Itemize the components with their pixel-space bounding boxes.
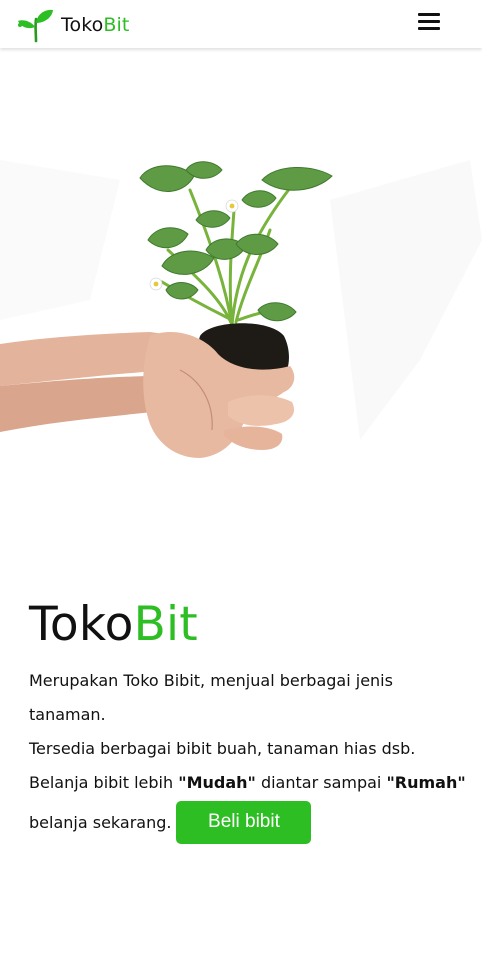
navbar: TokoBit — [0, 0, 482, 48]
beli-bibit-button[interactable]: Beli bibit — [176, 800, 312, 844]
description-line3-prefix: Belanja bibit lebih — [29, 773, 179, 792]
description-line2: Tersedia berbagai bibit buah, tanaman hi… — [29, 739, 416, 758]
brand-name: TokoBit — [61, 14, 129, 36]
description: Merupakan Toko Bibit, menjual berbagai j… — [29, 664, 469, 800]
cta-row: belanja sekarang. Beli bibit — [29, 800, 469, 844]
brand-link[interactable]: TokoBit — [17, 8, 129, 43]
sprout-icon — [18, 9, 53, 43]
page-title-part2: Bit — [133, 597, 198, 652]
brand-name-part2: Bit — [103, 14, 130, 36]
hero-image — [0, 140, 482, 474]
brand-name-part1: Toko — [61, 14, 104, 36]
description-line1: Merupakan Toko Bibit, menjual berbagai j… — [29, 671, 393, 724]
cta-lead-text: belanja sekarang. — [29, 812, 172, 832]
main-content: TokoBit Merupakan Toko Bibit, menjual be… — [29, 596, 469, 844]
description-line3-mid: diantar sampai — [255, 773, 387, 792]
hands-holding-seedling-image — [0, 140, 482, 474]
page-title: TokoBit — [29, 596, 469, 654]
emphasis-mudah: "Mudah" — [178, 773, 256, 792]
hamburger-menu-icon[interactable] — [418, 11, 440, 33]
emphasis-rumah: "Rumah" — [386, 773, 466, 792]
page-title-part1: Toko — [29, 597, 134, 652]
